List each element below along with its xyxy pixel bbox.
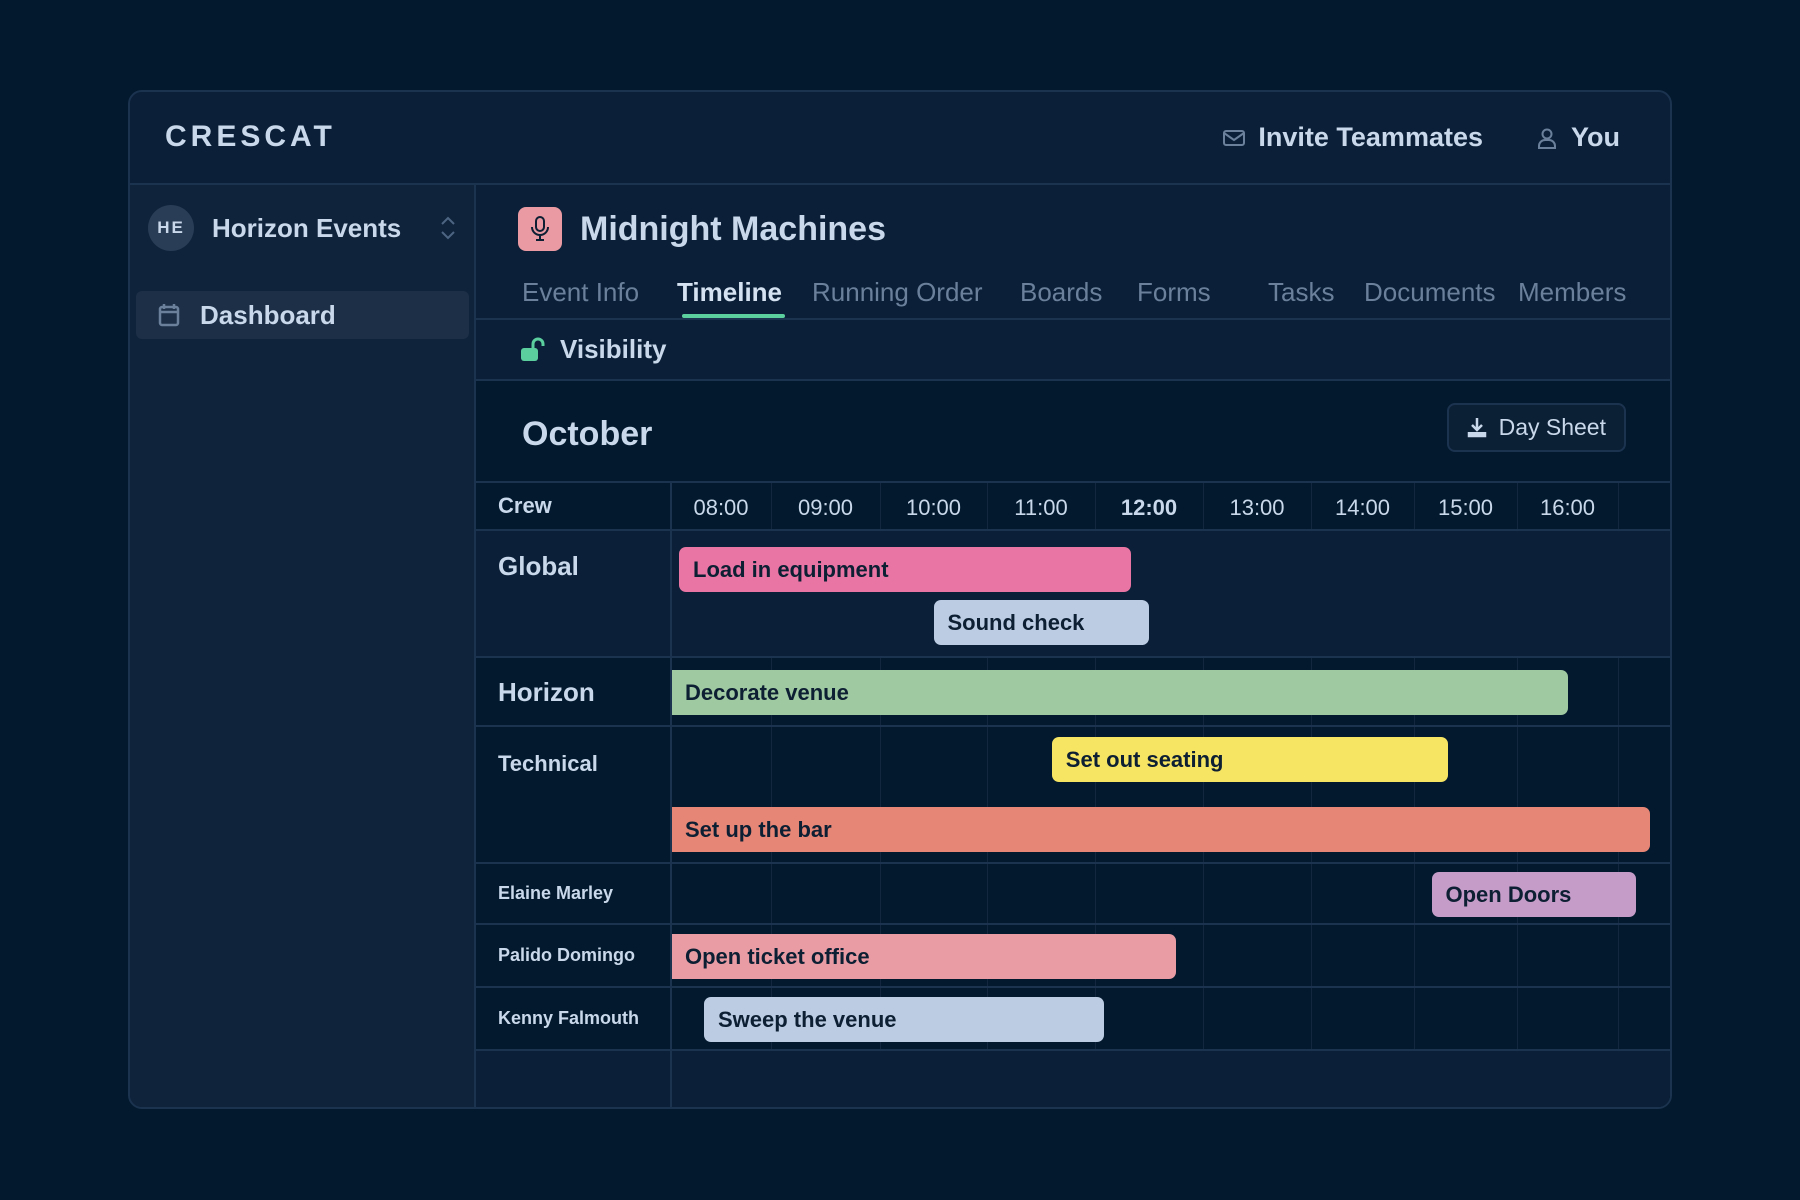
task-bar[interactable]: Set up the bar [671, 807, 1651, 852]
timeline-row-kenny-falmouth: Kenny Falmouth Sweep the venue [476, 988, 1670, 1051]
invite-teammates-label: Invite Teammates [1258, 122, 1483, 152]
crew-label: Global [498, 551, 579, 581]
hour-label: 10:00 [905, 495, 962, 520]
user-icon [1538, 128, 1556, 149]
timeline-row-elaine-marley: Elaine Marley Open Doors [476, 864, 1670, 925]
app-window: CRESCAT Invite Teammates You HE Horizon … [128, 90, 1672, 1109]
timeline-panel: October Day Sheet Crew 08:00 09:00 10:00 11:… [476, 381, 1670, 1107]
top-bar: CRESCAT Invite Teammates You [130, 92, 1670, 185]
task-bar[interactable]: Load in equipment [679, 547, 1131, 592]
event-header: Midnight Machines [518, 207, 886, 251]
timeline-row-global: Global Load in equipment Sound check [476, 531, 1670, 658]
month-title: October [522, 415, 653, 453]
task-bar[interactable]: Open ticket office [671, 934, 1176, 979]
day-sheet-button[interactable]: Day Sheet [1446, 403, 1626, 452]
hour-label: 09:00 [797, 495, 854, 520]
event-title: Midnight Machines [580, 209, 886, 248]
unlock-icon [521, 337, 545, 361]
workspace-avatar: HE [148, 205, 194, 251]
hour-label: 08:00 [693, 495, 749, 520]
workspace-name: Horizon Events [212, 212, 402, 243]
hour-label: 12:00 [1120, 495, 1178, 520]
crew-label: Palido Domingo [498, 944, 635, 965]
task-bar[interactable]: Sweep the venue [704, 997, 1104, 1042]
tab-event-info[interactable]: Event Info [522, 277, 639, 308]
timeline-row-palido-domingo: Palido Domingo Open ticket office [476, 925, 1670, 988]
hour-label: 11:00 [1014, 495, 1068, 520]
workspace-switcher[interactable]: HE Horizon Events [148, 205, 458, 251]
crew-label: Horizon [498, 676, 595, 707]
visibility-toggle[interactable]: Visibility [476, 320, 1670, 381]
timeline-empty-row [476, 1051, 1670, 1107]
sidebar: HE Horizon Events Dashboard [130, 185, 476, 1107]
visibility-label: Visibility [560, 334, 667, 364]
task-bar[interactable]: Sound check [933, 600, 1149, 645]
hour-label: 16:00 [1539, 495, 1596, 520]
tab-timeline[interactable]: Timeline [677, 277, 782, 308]
crew-label: Elaine Marley [498, 882, 614, 903]
sidebar-item-label: Dashboard [200, 299, 336, 330]
timeline-row-technical: Technical Set out seating Set up the bar [476, 727, 1670, 864]
crew-column-header: Crew [498, 493, 552, 518]
tab-running-order[interactable]: Running Order [812, 277, 983, 308]
timeline-row-horizon: Horizon Decorate venue [476, 658, 1670, 727]
timeline-header-row: Crew 08:00 09:00 10:00 11:00 12:00 13:00 14:00 1… [476, 483, 1670, 531]
hour-label: 14:00 [1334, 495, 1391, 520]
user-menu-button[interactable]: You [1535, 122, 1620, 153]
hour-label: 15:00 [1437, 495, 1494, 520]
microphone-icon [531, 216, 549, 241]
calendar-icon [158, 304, 180, 327]
brand-logo: CRESCAT [165, 120, 336, 153]
hour-label: 13:00 [1229, 495, 1285, 520]
task-bar[interactable]: Decorate venue [671, 670, 1568, 715]
tab-documents[interactable]: Documents [1364, 277, 1496, 308]
download-icon [1467, 417, 1486, 437]
task-bar[interactable]: Set out seating [1051, 737, 1448, 782]
crew-label: Technical [498, 751, 598, 776]
crew-label: Kenny Falmouth [498, 1007, 640, 1028]
tab-tasks[interactable]: Tasks [1268, 277, 1334, 308]
tab-members[interactable]: Members [1518, 277, 1626, 308]
tab-bar: Event Info Timeline Running Order Boards For… [476, 273, 1670, 320]
tab-forms[interactable]: Forms [1137, 277, 1211, 308]
main-content: Midnight Machines Event Info Timeline Runn… [476, 185, 1670, 1107]
top-actions: Invite Teammates You [1222, 122, 1620, 153]
chevron-up-down-icon [441, 216, 455, 240]
active-tab-indicator [682, 314, 785, 318]
event-icon-badge [518, 207, 562, 251]
crew-column-divider [670, 483, 672, 1107]
task-bar[interactable]: Open Doors [1431, 872, 1636, 917]
sidebar-item-dashboard[interactable]: Dashboard [136, 291, 469, 339]
day-sheet-label: Day Sheet [1498, 414, 1606, 440]
timeline-grid: Crew 08:00 09:00 10:00 11:00 12:00 13:00 14:00 1… [476, 481, 1670, 1107]
tab-boards[interactable]: Boards [1020, 277, 1102, 308]
user-label: You [1571, 122, 1620, 152]
mail-icon [1223, 129, 1246, 146]
invite-teammates-button[interactable]: Invite Teammates [1222, 122, 1483, 153]
